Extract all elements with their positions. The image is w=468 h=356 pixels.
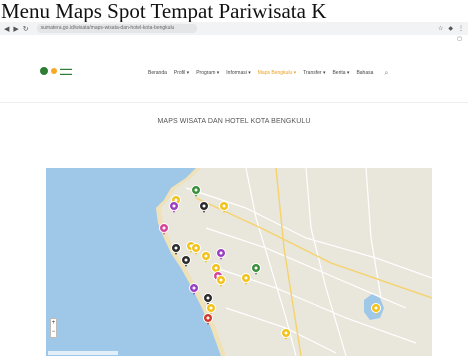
bookmark-bar: ▢ <box>0 35 468 44</box>
back-icon[interactable]: ◀ <box>4 25 9 33</box>
star-icon[interactable]: ☆ <box>438 25 443 32</box>
header-divider <box>0 102 468 103</box>
logo-emblem-icon <box>51 68 57 74</box>
page-title: MAPS WISATA DAN HOTEL KOTA BENGKULU <box>157 118 311 125</box>
menu-icon[interactable]: ⋮ <box>458 25 464 32</box>
map-marker[interactable] <box>169 201 179 214</box>
extension-icon[interactable]: ◆ <box>448 25 453 32</box>
map-marker[interactable] <box>281 328 291 341</box>
browser-nav: ◀ ▶ ↻ <box>4 25 29 33</box>
browser-toolbar: ◀ ▶ ↻ sumatera.go.id/wisata/maps-wisata-… <box>0 22 468 35</box>
search-icon[interactable]: ⌕ <box>384 70 388 78</box>
sea-area <box>46 168 221 356</box>
map-marker[interactable] <box>191 243 201 256</box>
screenshot-caption: Menu Maps Spot Tempat Pariwisata K <box>1 0 327 22</box>
forward-icon[interactable]: ▶ <box>13 25 18 33</box>
menu-item[interactable]: Informasi ▾ <box>226 70 250 78</box>
bookmarks-icon[interactable]: ▢ <box>457 36 462 42</box>
map-marker[interactable] <box>216 275 226 288</box>
menu-item[interactable]: Program ▾ <box>196 70 219 78</box>
site-logo[interactable]: ▬▬▬ ▬▬▬ <box>40 66 72 76</box>
site-header: ▬▬▬ ▬▬▬ Beranda Profil ▾ Program ▾ Informasi… <box>0 58 468 90</box>
zoom-in-icon[interactable]: + <box>51 319 56 328</box>
menu-item[interactable]: Berita ▾ <box>332 70 349 78</box>
map-marker[interactable] <box>241 273 251 286</box>
logo-text-icon: ▬▬▬ ▬▬▬ <box>60 66 72 76</box>
map-marker[interactable] <box>201 251 211 264</box>
road-network <box>185 168 432 356</box>
address-bar[interactable]: sumatera.go.id/wisata/maps-wisata-dan-ho… <box>36 24 197 33</box>
map-view[interactable]: + − <box>46 168 432 356</box>
browser-actions: ☆ ◆ ⋮ <box>438 25 464 32</box>
map-attribution <box>48 351 118 355</box>
map-marker[interactable] <box>219 201 229 214</box>
menu-item[interactable]: Profil ▾ <box>174 70 189 78</box>
zoom-control[interactable]: + − <box>50 318 57 338</box>
map-marker[interactable] <box>199 201 209 214</box>
menu-item[interactable]: Maps Bengkulu ▾ <box>258 70 296 78</box>
main-menu: Beranda Profil ▾ Program ▾ Informasi ▾ Maps … <box>148 70 388 78</box>
reload-icon[interactable]: ↻ <box>23 25 29 33</box>
menu-item[interactable]: Bahasa <box>356 70 373 78</box>
menu-item[interactable]: Beranda <box>148 70 167 78</box>
map-marker[interactable] <box>251 263 261 276</box>
menu-item[interactable]: Transfer ▾ <box>303 70 325 78</box>
map-canvas[interactable] <box>46 168 432 356</box>
major-roads <box>195 168 432 356</box>
zoom-out-icon[interactable]: − <box>51 328 56 337</box>
logo-emblem-icon <box>40 67 48 75</box>
map-marker[interactable] <box>191 185 201 198</box>
map-marker[interactable] <box>216 248 226 261</box>
